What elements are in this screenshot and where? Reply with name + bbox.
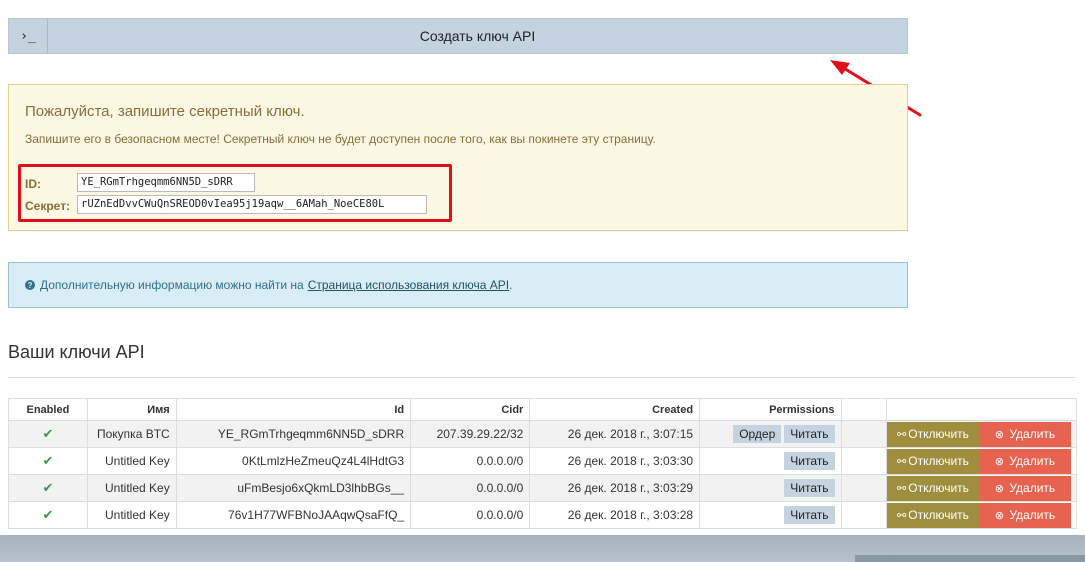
permission-read-badge[interactable]: Читать bbox=[784, 452, 835, 470]
key-permissions: Читать bbox=[699, 474, 842, 502]
api-usage-page-link[interactable]: Страница использования ключа API bbox=[308, 278, 509, 292]
delete-key-button[interactable]: ⊗ Удалить bbox=[978, 448, 1071, 474]
key-created: 26 дек. 2018 г., 3:07:15 bbox=[529, 420, 701, 448]
unlink-icon: ⚯ bbox=[897, 428, 907, 441]
info-text: Дополнительную информацию можно найти на bbox=[40, 278, 304, 292]
key-created: 26 дек. 2018 г., 3:03:28 bbox=[529, 501, 701, 529]
col-permissions: Permissions bbox=[699, 398, 842, 421]
key-name: Untitled Key bbox=[86, 447, 177, 475]
notice-heading: Пожалуйста, запишите секретный ключ. bbox=[25, 103, 305, 120]
create-api-key-button[interactable]: Создать ключ API bbox=[48, 19, 907, 53]
row-spacer bbox=[840, 474, 887, 502]
key-permissions: Читать bbox=[699, 447, 842, 475]
terminal-icon: ›_ bbox=[9, 19, 48, 53]
notice-subtext: Запишите его в безопасном месте! Секретн… bbox=[25, 132, 656, 146]
key-id: uFmBesjo6xQkmLD3lhbBGs__ bbox=[175, 474, 412, 502]
info-banner: ? Дополнительную информацию можно найти … bbox=[8, 262, 908, 308]
row-actions: ⚯ Отключить ⊗ Удалить bbox=[885, 501, 1078, 529]
secret-key-notice: Пожалуйста, запишите секретный ключ. Зап… bbox=[8, 84, 908, 231]
delete-circle-icon: ⊗ bbox=[994, 428, 1004, 441]
col-enabled: Enabled bbox=[8, 398, 88, 421]
key-id: 76v1H77WFBNoJAAqwQsaFfQ_ bbox=[175, 501, 412, 529]
delete-circle-icon: ⊗ bbox=[994, 455, 1004, 468]
enabled-check-icon: ✔ bbox=[8, 474, 88, 502]
delete-key-button[interactable]: ⊗ Удалить bbox=[978, 475, 1071, 501]
row-spacer bbox=[840, 447, 887, 475]
unlink-icon: ⚯ bbox=[897, 482, 907, 495]
id-value-field[interactable]: YE_RGmTrhgeqmm6NN5D_sDRR bbox=[77, 173, 255, 192]
disable-key-button[interactable]: ⚯ Отключить bbox=[886, 448, 979, 474]
delete-key-button[interactable]: ⊗ Удалить bbox=[978, 502, 1071, 528]
key-created: 26 дек. 2018 г., 3:03:30 bbox=[529, 447, 701, 475]
table-header-row: Enabled Имя Id Cidr Created Permissions bbox=[8, 398, 1078, 421]
question-circle-icon: ? bbox=[25, 280, 35, 290]
enabled-check-icon: ✔ bbox=[8, 447, 88, 475]
col-spacer bbox=[840, 398, 887, 421]
api-keys-table: Enabled Имя Id Cidr Created Permissions … bbox=[8, 398, 1078, 529]
permission-order-badge[interactable]: Ордер bbox=[733, 425, 782, 443]
delete-key-button[interactable]: ⊗ Удалить bbox=[978, 421, 1071, 447]
delete-circle-icon: ⊗ bbox=[994, 482, 1004, 495]
unlink-icon: ⚯ bbox=[897, 455, 907, 468]
col-created: Created bbox=[529, 398, 701, 421]
permission-read-badge[interactable]: Читать bbox=[784, 506, 835, 524]
page-footer bbox=[0, 535, 1085, 562]
row-spacer bbox=[840, 420, 887, 448]
enabled-check-icon: ✔ bbox=[8, 501, 88, 529]
table-row: ✔ Покупка BTC YE_RGmTrhgeqmm6NN5D_sDRR 2… bbox=[8, 420, 1078, 448]
col-id: Id bbox=[175, 398, 412, 421]
api-keys-title: Ваши ключи API bbox=[8, 342, 145, 362]
table-row: ✔ Untitled Key 76v1H77WFBNoJAAqwQsaFfQ_ … bbox=[8, 501, 1078, 529]
row-actions: ⚯ Отключить ⊗ Удалить bbox=[885, 474, 1078, 502]
secret-label: Секрет: bbox=[25, 199, 71, 213]
key-name: Untitled Key bbox=[86, 474, 177, 502]
key-name: Untitled Key bbox=[86, 501, 177, 529]
key-id: YE_RGmTrhgeqmm6NN5D_sDRR bbox=[175, 420, 412, 448]
delete-circle-icon: ⊗ bbox=[994, 509, 1004, 522]
enabled-check-icon: ✔ bbox=[8, 420, 88, 448]
key-permissions: Ордер Читать bbox=[699, 420, 842, 448]
disable-key-button[interactable]: ⚯ Отключить bbox=[886, 421, 979, 447]
disable-key-button[interactable]: ⚯ Отключить bbox=[886, 475, 979, 501]
key-cidr: 0.0.0.0/0 bbox=[410, 474, 531, 502]
key-cidr: 207.39.29.22/32 bbox=[410, 420, 531, 448]
id-label: ID: bbox=[25, 177, 41, 191]
table-row: ✔ Untitled Key uFmBesjo6xQkmLD3lhbBGs__ … bbox=[8, 474, 1078, 502]
key-cidr: 0.0.0.0/0 bbox=[410, 501, 531, 529]
secret-value-field[interactable]: rUZnEdDvvCWuQnSREOD0vIea95j19aqw__6AMah_… bbox=[77, 195, 427, 214]
row-actions: ⚯ Отключить ⊗ Удалить bbox=[885, 420, 1078, 448]
key-permissions: Читать bbox=[699, 501, 842, 529]
api-toolbar: ›_ Создать ключ API bbox=[8, 18, 908, 54]
divider bbox=[8, 377, 1076, 378]
key-created: 26 дек. 2018 г., 3:03:29 bbox=[529, 474, 701, 502]
footer-bar bbox=[855, 555, 1085, 562]
col-cidr: Cidr bbox=[410, 398, 531, 421]
key-name: Покупка BTC bbox=[86, 420, 177, 448]
key-id: 0KtLmlzHeZmeuQz4L4lHdtG3 bbox=[175, 447, 412, 475]
key-cidr: 0.0.0.0/0 bbox=[410, 447, 531, 475]
permission-read-badge[interactable]: Читать bbox=[784, 479, 835, 497]
row-spacer bbox=[840, 501, 887, 529]
col-actions bbox=[885, 398, 1078, 421]
unlink-icon: ⚯ bbox=[897, 509, 907, 522]
permission-read-badge[interactable]: Читать bbox=[784, 425, 835, 443]
col-name: Имя bbox=[86, 398, 177, 421]
table-row: ✔ Untitled Key 0KtLmlzHeZmeuQz4L4lHdtG3 … bbox=[8, 447, 1078, 475]
info-suffix: . bbox=[509, 278, 513, 292]
row-actions: ⚯ Отключить ⊗ Удалить bbox=[885, 447, 1078, 475]
disable-key-button[interactable]: ⚯ Отключить bbox=[886, 502, 979, 528]
